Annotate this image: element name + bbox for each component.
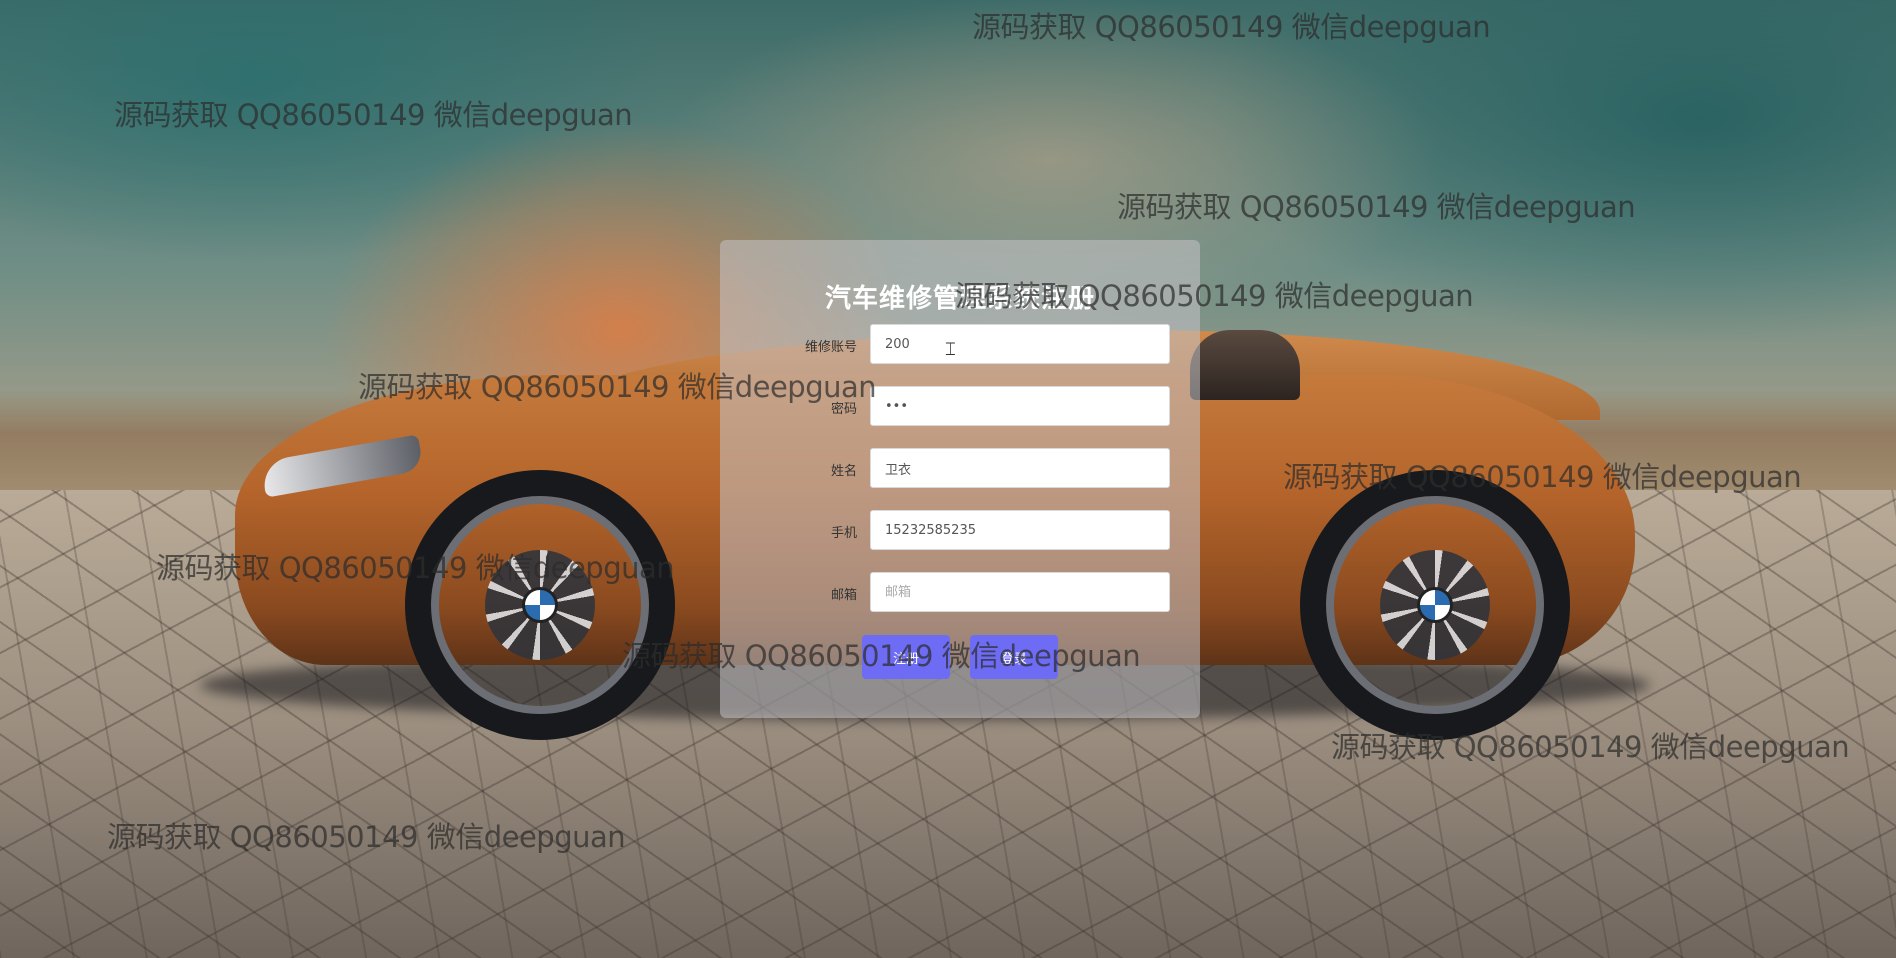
account-label: 维修账号 xyxy=(804,340,857,355)
name-label: 姓名 xyxy=(830,464,857,479)
watermark: 源码获取 QQ86050149 微信deepguan xyxy=(1283,460,1802,494)
car-front-wheel xyxy=(405,470,675,740)
text-cursor-icon: ⌶ xyxy=(945,339,956,360)
email-input[interactable] xyxy=(870,572,1170,612)
car-seat xyxy=(1190,330,1300,400)
watermark: 源码获取 QQ86050149 微信deepguan xyxy=(955,279,1474,313)
phone-label: 手机 xyxy=(830,526,857,541)
watermark: 源码获取 QQ86050149 微信deepguan xyxy=(107,820,626,854)
car-rear-wheel xyxy=(1300,470,1570,740)
watermark: 源码获取 QQ86050149 微信deepguan xyxy=(972,10,1491,44)
watermark: 源码获取 QQ86050149 微信deepguan xyxy=(1331,730,1850,764)
email-label: 邮箱 xyxy=(830,588,857,603)
phone-input[interactable] xyxy=(870,510,1170,550)
watermark: 源码获取 QQ86050149 微信deepguan xyxy=(156,551,675,585)
watermark: 源码获取 QQ86050149 微信deepguan xyxy=(114,98,633,132)
watermark: 源码获取 QQ86050149 微信deepguan xyxy=(1117,190,1636,224)
watermark: 源码获取 QQ86050149 微信deepguan xyxy=(622,639,1141,673)
name-input[interactable] xyxy=(870,448,1170,488)
password-input[interactable] xyxy=(870,386,1170,426)
account-input[interactable] xyxy=(870,324,1170,364)
watermark: 源码获取 QQ86050149 微信deepguan xyxy=(358,370,877,404)
